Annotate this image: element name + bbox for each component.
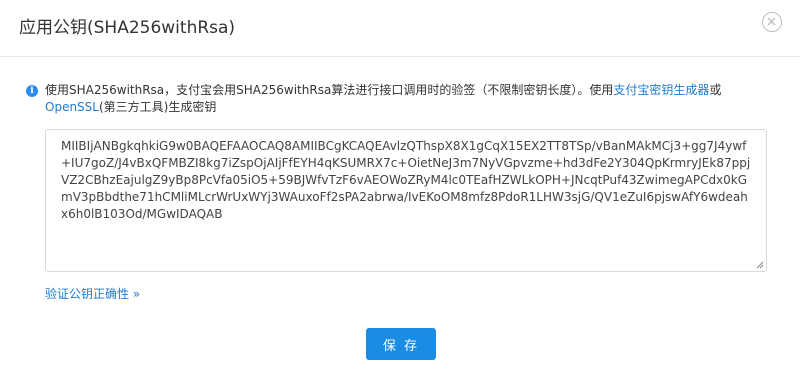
save-button[interactable]: 保 存 — [366, 328, 436, 360]
resize-grip-icon[interactable] — [755, 260, 764, 269]
dialog-title: 应用公钥(SHA256withRsa) — [19, 18, 236, 38]
dialog-header: 应用公钥(SHA256withRsa) — [0, 0, 800, 57]
notice: i 使用SHA256withRsa，支付宝会用SHA256withRsa算法进行… — [26, 82, 766, 116]
close-icon[interactable] — [762, 12, 782, 32]
alipay-key-generator-link[interactable]: 支付宝密钥生成器 — [613, 83, 709, 97]
notice-text-after: (第三方工具)生成密钥 — [98, 100, 217, 114]
public-key-textarea[interactable]: MIIBIjANBgkqhkiG9w0BAQEFAAOCAQ8AMIIBCgKC… — [45, 129, 767, 272]
notice-text-or: 或 — [709, 83, 722, 97]
notice-text: 使用SHA256withRsa，支付宝会用SHA256withRsa算法进行接口… — [26, 82, 766, 116]
verify-public-key-link[interactable]: 验证公钥正确性 » — [45, 286, 140, 303]
public-key-value: MIIBIjANBgkqhkiG9w0BAQEFAAOCAQ8AMIIBCgKC… — [61, 139, 751, 221]
openssl-link[interactable]: OpenSSL — [45, 100, 99, 114]
dialog: 应用公钥(SHA256withRsa) i 使用SHA256withRsa，支付… — [0, 0, 800, 390]
info-icon: i — [26, 85, 38, 97]
notice-text-before: 使用SHA256withRsa，支付宝会用SHA256withRsa算法进行接口… — [45, 83, 614, 97]
